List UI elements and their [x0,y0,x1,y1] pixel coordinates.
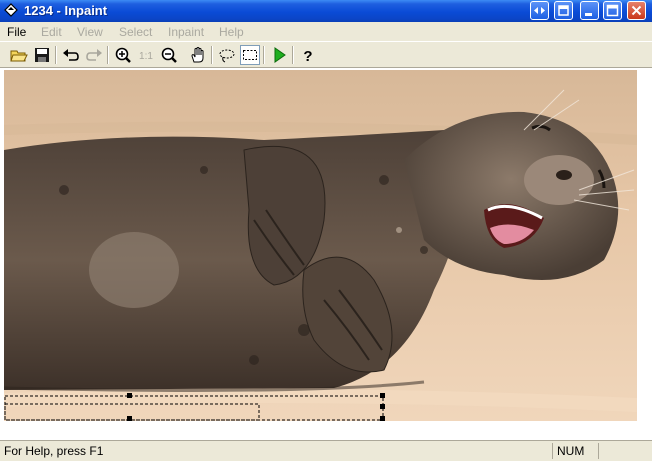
num-lock-indicator: NUM [552,443,596,459]
seal-photo[interactable] [4,70,637,421]
menu-file[interactable]: File [7,25,26,39]
svg-text:?: ? [303,48,312,65]
menu-help[interactable]: Help [219,25,244,39]
extra-caption-button[interactable] [530,1,549,20]
status-bar: For Help, press F1 NUM [0,440,652,461]
menu-select[interactable]: Select [119,25,152,39]
rect-select-icon[interactable] [240,45,260,65]
menu-view[interactable]: View [77,25,103,39]
app-icon [4,3,18,17]
help-icon[interactable]: ? [298,45,318,65]
status-help-text: For Help, press F1 [4,444,104,458]
window-title: 1234 - Inpaint [24,3,108,18]
menu-edit[interactable]: Edit [41,25,62,39]
menu-bar: File Edit View Select Inpaint Help [0,22,652,41]
toolbar-separator [107,46,109,64]
redo-icon[interactable] [84,45,104,65]
title-bar[interactable]: 1234 - Inpaint [0,0,652,22]
minimize-button[interactable] [580,1,599,20]
toolbar-separator [292,46,294,64]
close-button[interactable] [627,1,646,20]
status-empty-cell [598,443,648,459]
toolbar-separator [211,46,213,64]
canvas-area[interactable] [0,67,652,440]
toolbar: 1:1 ? [0,41,652,67]
open-icon[interactable] [9,45,29,65]
menu-inpaint[interactable]: Inpaint [168,25,204,39]
maximize-button[interactable] [603,1,622,20]
toolbar-separator [263,46,265,64]
restore-layout-button[interactable] [554,1,573,20]
actual-size-icon[interactable]: 1:1 [136,45,156,65]
hand-icon[interactable] [188,45,208,65]
zoom-out-icon[interactable] [159,45,179,65]
zoom-in-icon[interactable] [113,45,133,65]
undo-icon[interactable] [61,45,81,65]
lasso-icon[interactable] [217,45,237,65]
svg-text:1:1: 1:1 [139,51,153,62]
run-icon[interactable] [269,45,289,65]
toolbar-separator [55,46,57,64]
save-icon[interactable] [32,45,52,65]
